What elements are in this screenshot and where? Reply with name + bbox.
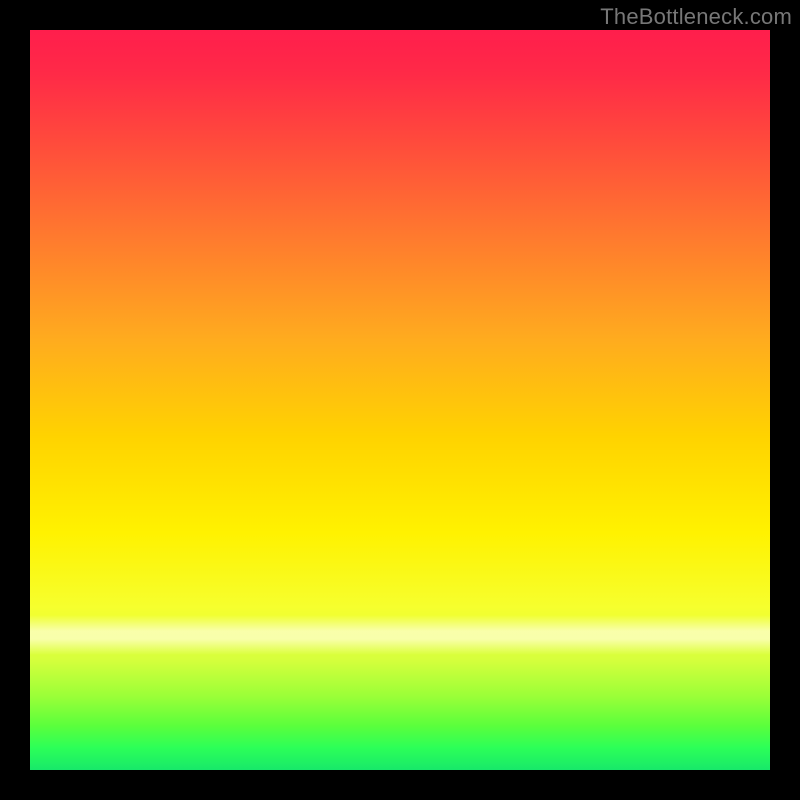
background-gradient <box>30 30 770 770</box>
plot-area <box>30 30 770 770</box>
watermark-text: TheBottleneck.com <box>600 4 792 30</box>
pale-yellow-band <box>30 615 770 656</box>
chart-frame: TheBottleneck.com <box>0 0 800 800</box>
